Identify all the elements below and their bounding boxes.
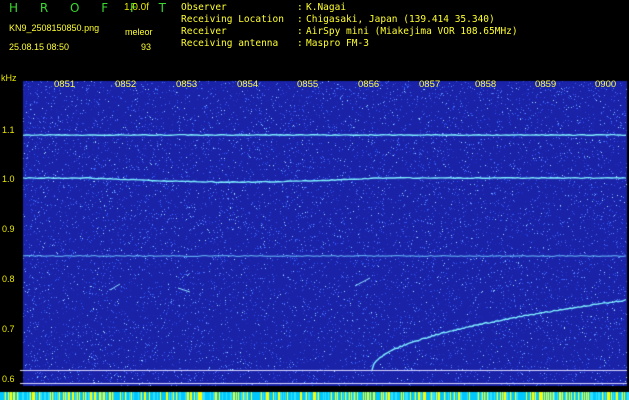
x-tick-label: 0851 bbox=[54, 79, 76, 90]
y-tick-label: 0.9 bbox=[2, 224, 15, 234]
observer-label: Observer bbox=[181, 2, 227, 13]
meteor-count: 93 bbox=[141, 42, 152, 52]
mode-label: meleor bbox=[125, 27, 153, 37]
header-panel: H R O F F T 1.0.0f KN9_2508150850.png me… bbox=[0, 0, 629, 76]
x-tick-label: 0856 bbox=[358, 79, 380, 90]
spectrogram-canvas bbox=[0, 76, 629, 400]
y-tick-label: 1.1 bbox=[2, 125, 15, 135]
x-tick-label: 0857 bbox=[419, 79, 441, 90]
location-colon: : bbox=[297, 14, 303, 25]
receiver-value: AirSpy mini (Miakejima VOR 108.65MHz) bbox=[306, 26, 518, 37]
x-tick-label: 0854 bbox=[237, 79, 259, 90]
location-value: Chigasaki, Japan (139.414 35.340) bbox=[306, 14, 495, 25]
x-tick-label: 0900 bbox=[595, 79, 617, 90]
receiver-colon: : bbox=[297, 26, 303, 37]
x-tick-label: 0855 bbox=[297, 79, 319, 90]
antenna-value: Maspro FM-3 bbox=[306, 38, 369, 49]
x-tick-label: 0853 bbox=[176, 79, 198, 90]
antenna-label: Receiving antenna bbox=[181, 38, 279, 49]
y-tick-label: 1.0 bbox=[2, 174, 15, 184]
y-tick-label: 0.6 bbox=[2, 374, 15, 384]
y-unit-label: kHz bbox=[1, 73, 17, 83]
antenna-colon: : bbox=[297, 38, 303, 49]
y-tick-label: 0.7 bbox=[2, 324, 15, 334]
observer-colon: : bbox=[297, 2, 303, 13]
y-tick-label: 0.8 bbox=[2, 274, 15, 284]
x-tick-label: 0859 bbox=[535, 79, 557, 90]
x-tick-label: 0852 bbox=[115, 79, 137, 90]
receiver-label: Receiver bbox=[181, 26, 227, 37]
location-label: Receiving Location bbox=[181, 14, 284, 25]
date-time: 25.08.15 08:50 bbox=[9, 42, 70, 52]
app-version: 1.0.0f bbox=[124, 2, 150, 13]
file-name: KN9_2508150850.png bbox=[9, 23, 100, 33]
x-tick-label: 0858 bbox=[475, 79, 497, 90]
app-title: H R O F F T bbox=[9, 1, 176, 15]
observer-value: K.Nagai bbox=[306, 2, 347, 13]
